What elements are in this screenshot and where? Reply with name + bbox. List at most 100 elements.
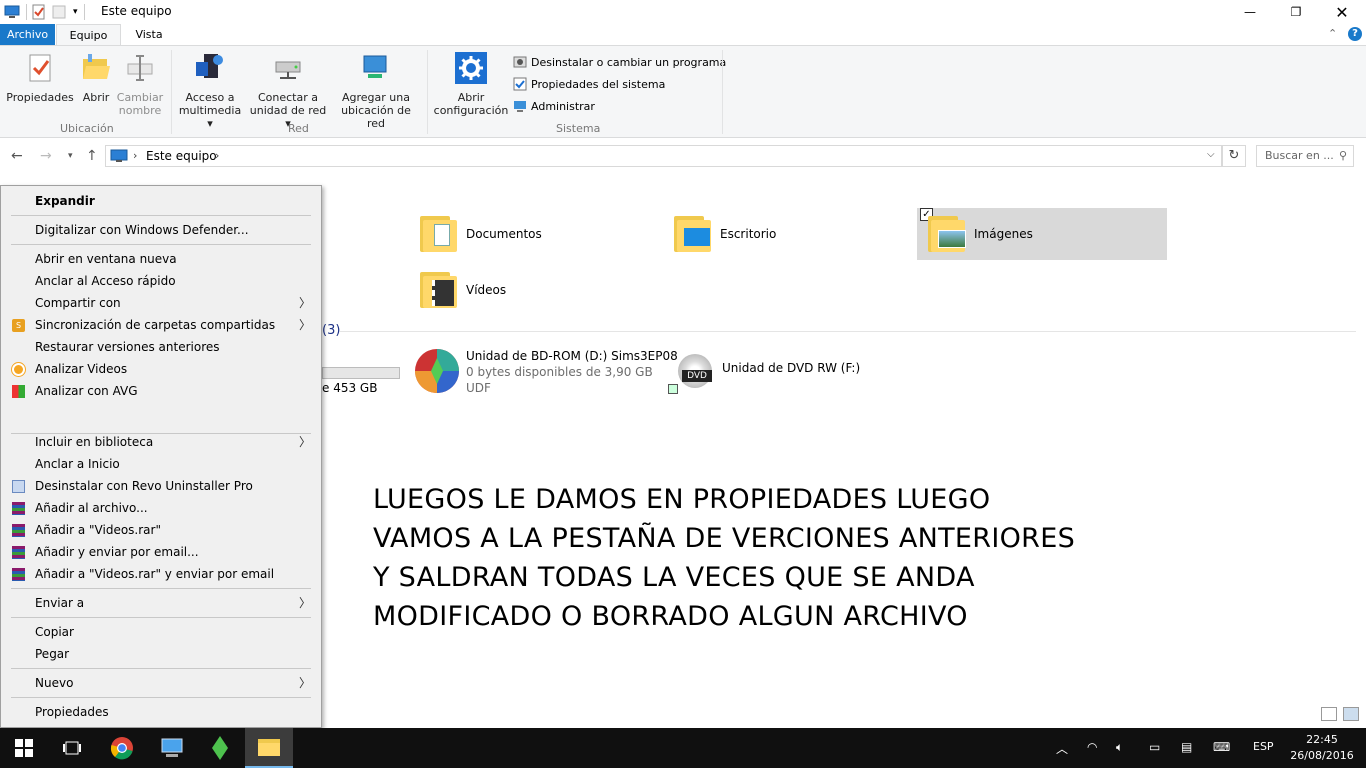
menu-incluir-biblioteca[interactable]: Incluir en biblioteca 〉 <box>1 431 321 453</box>
computer-icon[interactable] <box>4 4 20 20</box>
customize-qat-icon[interactable]: ▾ <box>73 7 78 17</box>
folder-icon <box>258 739 280 756</box>
menu-abrir-ventana-nueva[interactable]: Abrir en ventana nueva <box>1 248 321 270</box>
menu-nuevo[interactable]: Nuevo 〉 <box>1 672 321 694</box>
collapse-ribbon-icon[interactable]: ⌃ <box>1328 27 1337 40</box>
keyboard-icon[interactable]: ⌨ <box>1213 740 1230 754</box>
menu-restaurar-versiones[interactable]: Restaurar versiones anteriores <box>1 336 321 358</box>
submenu-arrow-icon: 〉 <box>298 596 311 610</box>
menu-pegar[interactable]: Pegar <box>1 643 321 665</box>
wifi-icon[interactable]: ◠ <box>1087 740 1097 754</box>
devices-header-count[interactable]: (3) <box>322 323 340 338</box>
start-button[interactable] <box>0 728 48 768</box>
file-explorer-taskbar-button[interactable] <box>245 728 293 768</box>
settings-gear-icon <box>455 52 487 84</box>
submenu-arrow-icon: 〉 <box>298 676 311 690</box>
agregar-ubicacion-red-button[interactable]: Agregar una ubicación de red <box>332 52 420 130</box>
pc-taskbar-button[interactable] <box>148 728 196 768</box>
pictures-folder-icon <box>928 214 966 254</box>
volume-icon[interactable]: 🔈︎ <box>1116 740 1123 755</box>
ribbon-tabs: Archivo Equipo Vista ⌃ ? <box>0 24 1366 46</box>
menu-analizar-videos[interactable]: Analizar Videos <box>1 358 321 380</box>
chrome-taskbar-button[interactable] <box>98 728 146 768</box>
tab-archivo[interactable]: Archivo <box>0 24 55 46</box>
menu-anadir-rar-email[interactable]: Añadir a "Videos.rar" y enviar por email <box>1 563 321 585</box>
chrome-icon <box>110 737 133 760</box>
recent-locations-icon[interactable]: ▾ <box>68 151 73 161</box>
help-icon[interactable]: ? <box>1348 27 1362 41</box>
abrir-button[interactable]: Abrir <box>78 52 114 104</box>
new-folder-icon[interactable] <box>51 4 67 20</box>
tab-equipo[interactable]: Equipo <box>56 24 121 46</box>
abrir-configuracion-button[interactable]: Abrir configuración <box>433 52 509 117</box>
details-view-icon[interactable] <box>1321 707 1337 721</box>
window-title: Este equipo <box>101 4 172 18</box>
winrar-icon <box>12 524 25 537</box>
sims-taskbar-button[interactable] <box>196 728 244 768</box>
divider <box>340 331 1356 332</box>
close-button[interactable]: ✕ <box>1319 0 1365 24</box>
address-dropdown-icon[interactable]: ⌵ <box>1207 149 1215 160</box>
properties-icon[interactable] <box>31 4 47 20</box>
propiedades-button[interactable]: Propiedades <box>6 52 74 104</box>
breadcrumb-chevron-icon[interactable]: › <box>215 149 219 162</box>
menu-anadir-email[interactable]: Añadir y enviar por email... <box>1 541 321 563</box>
address-bar[interactable]: › Este equipo › ⌵ <box>105 145 1222 167</box>
conectar-unidad-red-button[interactable]: Conectar a unidad de red ▾ <box>246 52 330 130</box>
folder-documentos[interactable]: Documentos <box>420 214 542 254</box>
menu-propiedades[interactable]: Propiedades <box>1 701 321 723</box>
search-input[interactable]: Buscar en ... ⚲ <box>1256 145 1354 167</box>
analyze-icon <box>12 363 25 376</box>
menu-compartir-con[interactable]: Compartir con 〉 <box>1 292 321 314</box>
acceso-multimedia-button[interactable]: Acceso a multimedia ▾ <box>176 52 244 130</box>
breadcrumb-chevron-icon[interactable]: › <box>133 149 137 162</box>
quick-access-toolbar: ▾ <box>0 0 85 24</box>
maximize-button[interactable]: ❐ <box>1273 0 1319 24</box>
documents-folder-icon <box>420 214 458 254</box>
back-arrow-icon[interactable]: ← <box>11 148 23 164</box>
menu-anclar-inicio[interactable]: Anclar a Inicio <box>1 453 321 475</box>
menu-anclar-acceso-rapido[interactable]: Anclar al Acceso rápido <box>1 270 321 292</box>
propiedades-sistema-button[interactable]: Propiedades del sistema <box>513 77 665 91</box>
menu-enviar-a[interactable]: Enviar a 〉 <box>1 592 321 614</box>
rename-icon <box>127 55 153 81</box>
up-arrow-icon[interactable]: ↑ <box>86 148 98 164</box>
menu-copiar[interactable]: Copiar <box>1 621 321 643</box>
folder-imagenes[interactable]: ✓ Imágenes <box>920 208 1033 254</box>
menu-expandir[interactable]: Expandir <box>1 190 321 212</box>
cambiar-nombre-button[interactable]: Cambiar nombre <box>116 52 164 117</box>
show-hidden-icons[interactable]: ︿ <box>1056 740 1068 757</box>
clock[interactable]: 22:45 26/08/2016 <box>1290 732 1354 764</box>
drive-bd-rom[interactable]: Unidad de BD-ROM (D:) Sims3EP08 0 bytes … <box>414 348 678 396</box>
menu-defender[interactable]: Digitalizar con Windows Defender... <box>1 219 321 241</box>
menu-anadir-archivo[interactable]: Añadir al archivo... <box>1 497 321 519</box>
folder-videos[interactable]: Vídeos <box>420 270 506 310</box>
submenu-arrow-icon: 〉 <box>298 296 311 310</box>
submenu-arrow-icon: 〉 <box>298 318 311 332</box>
forward-arrow-icon[interactable]: → <box>40 148 52 164</box>
task-view-button[interactable] <box>48 728 96 768</box>
breadcrumb-este-equipo[interactable]: Este equipo <box>146 149 217 163</box>
action-center-icon[interactable]: ▤ <box>1181 740 1192 754</box>
desinstalar-programa-button[interactable]: Desinstalar o cambiar un programa <box>513 55 726 69</box>
task-view-icon <box>63 741 81 755</box>
menu-analizar-avg[interactable]: Analizar con AVG <box>1 380 321 402</box>
videos-folder-icon <box>420 270 458 310</box>
windows-logo-icon <box>15 739 33 757</box>
taskbar: ︿ ◠ 🔈︎ ▭ ▤ ⌨ ESP 22:45 26/08/2016 <box>0 728 1366 768</box>
tab-vista[interactable]: Vista <box>124 24 174 46</box>
drive-dvd-rw[interactable]: DVD Unidad de DVD RW (F:) <box>668 354 860 396</box>
minimize-button[interactable]: — <box>1227 0 1273 24</box>
large-icons-view-icon[interactable] <box>1343 707 1359 721</box>
computer-icon <box>161 738 183 757</box>
folder-escritorio[interactable]: Escritorio <box>674 214 776 254</box>
winrar-icon <box>12 568 25 581</box>
menu-sincronizacion[interactable]: S Sincronización de carpetas compartidas… <box>1 314 321 336</box>
menu-anadir-rar[interactable]: Añadir a "Videos.rar" <box>1 519 321 541</box>
administrar-button[interactable]: Administrar <box>513 99 595 113</box>
battery-icon[interactable]: ▭ <box>1149 740 1160 754</box>
language-indicator[interactable]: ESP <box>1253 740 1274 753</box>
sync-icon: S <box>12 319 25 332</box>
refresh-button[interactable]: ↻ <box>1222 145 1246 167</box>
menu-revo-uninstaller[interactable]: Desinstalar con Revo Uninstaller Pro <box>1 475 321 497</box>
